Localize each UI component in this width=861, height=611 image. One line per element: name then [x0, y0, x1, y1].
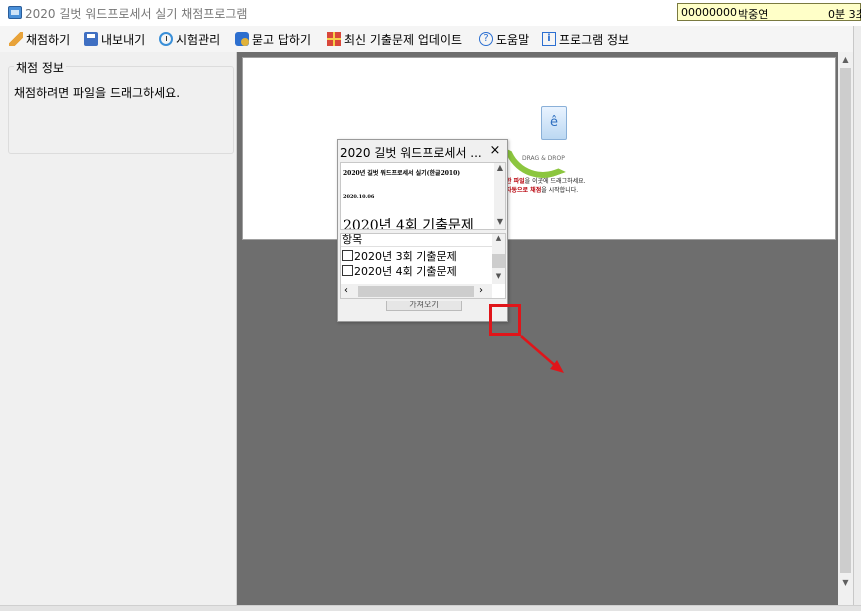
info-icon: i — [542, 32, 556, 46]
drop-instruction-1-em: 한 파일 — [506, 178, 525, 185]
preview-scroll-down-icon[interactable]: ▼ — [494, 217, 505, 229]
qa-button[interactable]: 묻고 답하기 — [235, 30, 311, 48]
list-scroll-left-icon[interactable]: ‹ — [344, 284, 356, 298]
timer-icon — [159, 32, 173, 46]
preview-date: 2020.10.06 — [343, 194, 375, 200]
list-vertical-thumb[interactable] — [492, 254, 505, 268]
main-scroll-up-icon[interactable]: ▲ — [838, 52, 853, 67]
window-edge — [853, 26, 861, 611]
qa-icon — [235, 32, 249, 46]
list-item-checkbox[interactable] — [342, 265, 353, 276]
preview-heading: 2020년 4회 기출문제 — [343, 218, 474, 230]
preview-scroll-up-icon[interactable]: ▲ — [494, 163, 505, 175]
list-horizontal-thumb[interactable] — [358, 286, 474, 297]
drop-instruction-2-em: 자동으로 채점 — [506, 187, 542, 194]
update-button-label: 최신 기출문제 업데이트 — [344, 32, 463, 47]
main-scroll-down-icon[interactable]: ▼ — [838, 575, 853, 590]
drop-instruction-1: 한 파일을 이곳에 드래그하세요. — [506, 176, 586, 185]
exam-manage-button[interactable]: 시험관리 — [159, 30, 220, 48]
list-item-label: 2020년 3회 기출문제 — [354, 249, 457, 263]
drop-instruction-1-text: 을 이곳에 드래그하세요. — [524, 178, 586, 185]
update-button[interactable]: 최신 기출문제 업데이트 — [327, 30, 462, 48]
grading-info-message: 채점하려면 파일을 드래그하세요. — [14, 86, 181, 100]
drag-drop-caption: DRAG & DROP — [522, 155, 565, 162]
export-button[interactable]: 내보내기 — [84, 30, 145, 48]
app-icon — [8, 6, 22, 19]
list-scroll-right-icon[interactable]: › — [479, 284, 491, 298]
pencil-icon — [9, 32, 23, 46]
gift-icon — [327, 32, 341, 46]
list-column-header[interactable]: 항목 — [341, 234, 492, 247]
import-button[interactable]: 가져오기 — [386, 301, 462, 311]
user-status-box: 00000000 박중연 0분 3초 — [677, 3, 861, 21]
export-button-label: 내보내기 — [101, 32, 146, 47]
save-icon — [84, 32, 98, 46]
qa-button-label: 묻고 답하기 — [252, 32, 312, 47]
user-id: 00000000 — [681, 6, 737, 19]
toolbar: 채점하기 내보내기 시험관리 묻고 답하기 최신 기출문제 업데이트 ? 도움말… — [0, 26, 861, 52]
grading-info-group — [8, 66, 234, 154]
drop-instruction-2: 자동으로 채점을 시작합니다. — [506, 185, 578, 194]
help-button-label: 도움말 — [496, 32, 530, 47]
elapsed-time: 0분 3초 — [828, 8, 861, 21]
left-panel: 채점 정보 채점하려면 파일을 드래그하세요. — [0, 52, 237, 605]
preview-line-1: 2020년 길벗 워드프로세서 실기(한글2010) — [343, 170, 461, 177]
document-preview[interactable]: 2020년 길벗 워드프로세서 실기(한글2010) 2020.10.06 20… — [340, 162, 506, 230]
help-icon: ? — [479, 32, 493, 46]
resize-grip-highlight[interactable] — [489, 304, 521, 336]
list-item[interactable]: 2020년 4회 기출문제 — [341, 263, 492, 278]
grade-button[interactable]: 채점하기 — [9, 30, 70, 48]
exam-select-dialog: 2020 길벗 워드프로세서 ... × 2020년 길벗 워드프로세서 실기(… — [337, 139, 508, 322]
list-item-checkbox[interactable] — [342, 250, 353, 261]
dialog-title: 2020 길벗 워드프로세서 ... — [340, 146, 482, 160]
grade-button-label: 채점하기 — [26, 32, 71, 47]
about-button-label: 프로그램 정보 — [559, 32, 630, 47]
exam-list: 항목 2020년 3회 기출문제 2020년 4회 기출문제 ▲ ▼ ‹ › — [340, 233, 506, 299]
list-scroll-down-icon[interactable]: ▼ — [492, 272, 505, 284]
list-scroll-up-icon[interactable]: ▲ — [492, 234, 505, 246]
main-scroll-thumb[interactable] — [840, 68, 851, 573]
list-item-label: 2020년 4회 기출문제 — [354, 264, 457, 278]
list-item[interactable]: 2020년 3회 기출문제 — [341, 248, 492, 263]
about-button[interactable]: i 프로그램 정보 — [542, 30, 629, 48]
user-name: 박중연 — [738, 8, 769, 21]
dialog-close-button[interactable]: × — [485, 142, 505, 160]
help-button[interactable]: ? 도움말 — [479, 30, 529, 48]
exam-manage-button-label: 시험관리 — [176, 32, 221, 47]
grading-info-title: 채점 정보 — [14, 59, 66, 76]
title-bar: 2020 길벗 워드프로세서 실기 채점프로그램 00000000 박중연 0분… — [0, 0, 861, 26]
window-title: 2020 길벗 워드프로세서 실기 채점프로그램 — [25, 7, 248, 21]
taskbar — [0, 605, 861, 611]
drop-instruction-2-text: 을 시작합니다. — [541, 187, 579, 194]
